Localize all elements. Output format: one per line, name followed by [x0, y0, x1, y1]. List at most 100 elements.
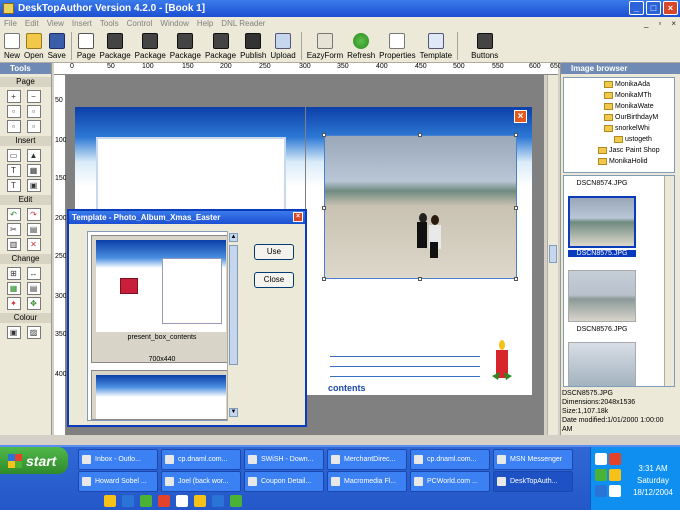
menu-window[interactable]: Window [160, 19, 188, 28]
package-button-4[interactable]: Package [203, 30, 238, 61]
folder-tree[interactable]: MonikaAda MonikaMTh MonikaWate OurBirthd… [563, 77, 675, 173]
insert-text-icon[interactable]: T [6, 164, 21, 177]
doc-minimize-button[interactable]: _ [644, 19, 648, 28]
buttons-button[interactable]: Buttons [469, 30, 500, 61]
taskbar-item[interactable]: cp.dnaml.com... [410, 449, 490, 470]
minimize-button[interactable]: _ [629, 1, 644, 15]
menu-edit[interactable]: Edit [25, 19, 39, 28]
refresh-button[interactable]: Refresh [345, 30, 377, 61]
rotate-icon[interactable]: ✦ [6, 297, 21, 310]
page-up-icon[interactable]: ▫ [6, 105, 21, 118]
publish-button[interactable]: Publish [238, 30, 268, 61]
image-name[interactable]: DSCN8574.JPG [568, 180, 636, 187]
left-photo-frame[interactable] [96, 137, 286, 215]
menu-dnl-reader[interactable]: DNL Reader [221, 19, 265, 28]
fill-colour-icon[interactable]: ▣ [6, 326, 21, 339]
image-name-selected[interactable]: DSCN8575.JPG [568, 250, 636, 257]
page-down-icon[interactable]: ▫ [26, 105, 41, 118]
align-icon[interactable]: ⊞ [6, 267, 21, 280]
insert-image-icon[interactable]: ▲ [26, 149, 41, 162]
add-page-icon[interactable]: + [6, 90, 21, 103]
package-button-1[interactable]: Package [98, 30, 133, 61]
order-icon[interactable]: ▤ [26, 282, 41, 295]
line-colour-icon[interactable]: ▨ [26, 326, 41, 339]
taskbar-item[interactable]: PCWorld.com ... [410, 471, 490, 492]
taskbar-item[interactable]: MSN Messenger [493, 449, 573, 470]
tray-icon[interactable] [609, 453, 621, 465]
menu-control[interactable]: Control [127, 19, 153, 28]
tree-item[interactable]: snorkelWhi [604, 125, 650, 132]
cut-icon[interactable]: ✂ [6, 223, 21, 236]
quick-launch-icon[interactable] [194, 495, 206, 507]
template-list-scrollbar[interactable]: ▲ ▼ [227, 231, 239, 421]
taskbar-item[interactable]: MerchantDirec... [327, 449, 407, 470]
tree-item[interactable]: Jasc Paint Shop [598, 147, 660, 154]
eazyform-button[interactable]: EazyForm [305, 30, 345, 61]
template-thumbnail[interactable]: present_box_contents 700x440 [91, 235, 231, 363]
close-button[interactable]: × [663, 1, 678, 15]
quick-launch-icon[interactable] [140, 495, 152, 507]
image-list-scrollbar[interactable] [664, 176, 674, 386]
menu-tools[interactable]: Tools [100, 19, 119, 28]
taskbar-item[interactable]: Inbox - Outlo... [78, 449, 158, 470]
quick-launch-icon[interactable] [158, 495, 170, 507]
undo-icon[interactable]: ↶ [6, 208, 21, 221]
move-icon[interactable]: ✥ [26, 297, 41, 310]
taskbar-item[interactable]: SWiSH - Down... [244, 449, 324, 470]
tree-item[interactable]: MonikaHolid [598, 158, 648, 165]
package-button-3[interactable]: Package [168, 30, 203, 61]
insert-object-icon[interactable]: ▣ [26, 179, 41, 192]
insert-box-icon[interactable]: ▭ [6, 149, 21, 162]
canvas-scrollbar[interactable] [547, 75, 558, 435]
remove-page-icon[interactable]: − [26, 90, 41, 103]
page-move-icon[interactable]: ▫ [26, 120, 41, 133]
menu-help[interactable]: Help [197, 19, 213, 28]
quick-launch-icon[interactable] [176, 495, 188, 507]
contents-link[interactable]: contents [328, 383, 366, 393]
taskbar-item[interactable]: Howard Sobel ... [78, 471, 158, 492]
redo-icon[interactable]: ↷ [26, 208, 41, 221]
tree-item[interactable]: MonikaWate [604, 103, 654, 110]
template-thumbnail-2[interactable] [91, 370, 231, 420]
tray-icon[interactable] [595, 485, 607, 497]
quick-launch-icon[interactable] [122, 495, 134, 507]
resize-icon[interactable]: ↔ [26, 267, 41, 280]
template-button[interactable]: Template [418, 30, 454, 61]
doc-close-button[interactable]: × [671, 19, 676, 28]
delete-icon[interactable]: ✕ [26, 238, 41, 251]
package-button-2[interactable]: Package [133, 30, 168, 61]
maximize-button[interactable]: □ [646, 1, 661, 15]
taskbar-item[interactable]: Coupon Detail... [244, 471, 324, 492]
template-list[interactable]: present_box_contents 700x440 [87, 231, 237, 421]
image-list[interactable]: DSCN8574.JPG DSCN8575.JPG DSCN8576.JPG [563, 175, 675, 387]
image-name[interactable]: DSCN8576.JPG [568, 326, 636, 333]
menu-insert[interactable]: Insert [72, 19, 92, 28]
next-link[interactable]: next [511, 383, 530, 393]
use-button[interactable]: Use [254, 244, 294, 260]
paste-icon[interactable]: ▥ [6, 238, 21, 251]
quick-launch-icon[interactable] [230, 495, 242, 507]
tree-item[interactable]: ustogeth [614, 136, 652, 143]
doc-restore-button[interactable]: ▫ [658, 19, 661, 28]
tree-item[interactable]: MonikaMTh [604, 92, 652, 99]
save-button[interactable]: Save [46, 30, 68, 61]
tree-item[interactable]: OurBirthdayM [604, 114, 658, 121]
tray-icon[interactable] [609, 469, 621, 481]
tray-icon[interactable] [595, 469, 607, 481]
image-thumbnail-selected[interactable] [568, 196, 636, 248]
page-button[interactable]: Page [75, 30, 98, 61]
group-icon[interactable]: ▦ [6, 282, 21, 295]
insert-frame-icon[interactable]: ▦ [26, 164, 41, 177]
template-dialog-close-icon[interactable]: × [293, 212, 303, 222]
taskbar-item[interactable]: Joel (back wor... [161, 471, 241, 492]
tray-icon[interactable] [595, 453, 607, 465]
taskbar-item-active[interactable]: DeskTopAuth... [493, 471, 573, 492]
image-thumbnail[interactable] [568, 342, 636, 386]
start-button[interactable]: start [0, 447, 68, 474]
upload-button[interactable]: Upload [268, 30, 297, 61]
close-dialog-button[interactable]: Close [254, 272, 294, 288]
open-button[interactable]: Open [22, 30, 46, 61]
taskbar-item[interactable]: cp.dnaml.com... [161, 449, 241, 470]
taskbar-item[interactable]: Macromedia Fl... [327, 471, 407, 492]
image-thumbnail[interactable] [568, 270, 636, 322]
